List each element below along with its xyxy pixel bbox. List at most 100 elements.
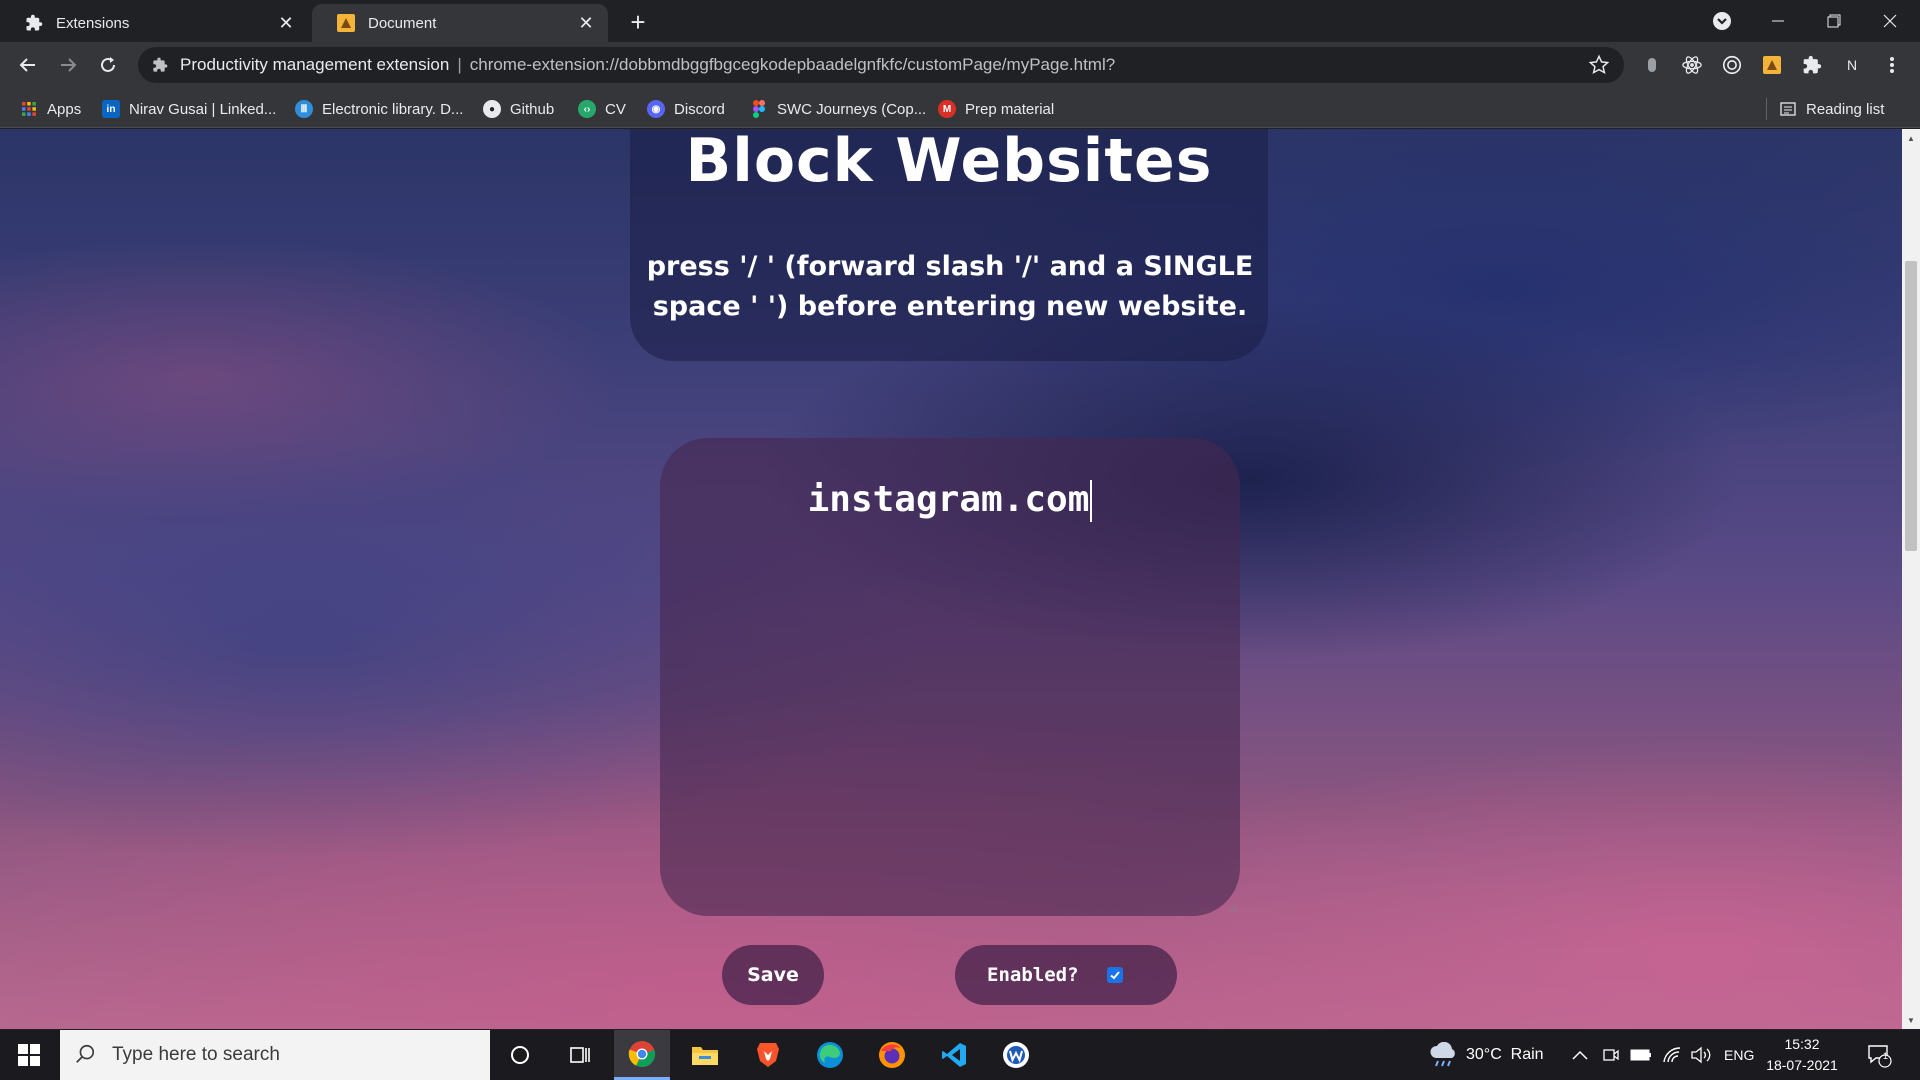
reload-icon[interactable]: [92, 49, 124, 81]
bookmark-github[interactable]: ● Github: [483, 98, 554, 120]
editor-value: instagram.com: [807, 479, 1090, 520]
bookmark-linkedin[interactable]: in Nirav Gusai | Linked...: [102, 98, 276, 120]
text-caret: [1090, 480, 1093, 522]
brave-browser-icon[interactable]: [740, 1030, 796, 1080]
bookmark-label: Apps: [47, 100, 82, 118]
volume-icon[interactable]: [1690, 1030, 1712, 1080]
tab-document[interactable]: Document ✕: [312, 4, 608, 42]
resize-handle-icon[interactable]: [1226, 901, 1238, 914]
library-icon: Ⅲ: [295, 100, 313, 118]
gmail-icon: M: [938, 100, 956, 118]
cv-icon: ‹›: [578, 100, 596, 118]
reading-list-icon: [1779, 100, 1797, 118]
wifi-icon[interactable]: [1662, 1030, 1682, 1080]
cortana-icon[interactable]: [492, 1030, 548, 1080]
clock-time: 15:32: [1784, 1036, 1820, 1052]
bookmark-cv[interactable]: ‹› CV: [578, 98, 626, 120]
close-window-icon[interactable]: [1862, 0, 1918, 42]
bookmark-label: CV: [605, 100, 626, 118]
page-title: Block Websites: [685, 129, 1213, 196]
rain-cloud-icon: [1428, 1042, 1458, 1068]
figma-icon: [750, 100, 768, 118]
bookmark-label: Github: [510, 100, 555, 118]
minimize-icon[interactable]: [1750, 0, 1806, 42]
bookmark-label: Nirav Gusai | Linked...: [129, 100, 277, 118]
enabled-checkbox[interactable]: [1106, 967, 1123, 983]
extension-app-icon[interactable]: [1760, 53, 1784, 77]
language-indicator[interactable]: ENG: [1724, 1030, 1754, 1080]
meet-now-icon[interactable]: [1602, 1030, 1620, 1080]
url-text: chrome-extension://dobbmdbggfbgcegkodepb…: [469, 55, 1116, 74]
windows-start-icon[interactable]: [0, 1030, 58, 1080]
apps-grid-icon: [20, 100, 38, 118]
bookmark-star-icon[interactable]: [1588, 54, 1612, 78]
address-bar[interactable]: Productivity management extension | chro…: [138, 47, 1624, 83]
close-icon[interactable]: ✕: [576, 13, 596, 33]
enabled-label: Enabled?: [987, 964, 1079, 986]
restore-icon[interactable]: [1806, 0, 1862, 42]
tab-title: Extensions: [56, 14, 130, 32]
extension-mouse-icon[interactable]: [1640, 53, 1664, 77]
tab-strip: Extensions ✕ Document ✕ +: [0, 0, 1920, 42]
discord-icon: ◉: [647, 100, 665, 118]
notification-count: 1: [1883, 1051, 1889, 1061]
bookmark-swc-journeys[interactable]: SWC Journeys (Cop...: [750, 98, 926, 120]
bookmark-discord[interactable]: ◉ Discord: [647, 98, 725, 120]
page-scrollbar[interactable]: ▲ ▼: [1902, 129, 1920, 1029]
site-name: Productivity management extension: [180, 55, 450, 74]
windows-taskbar: Type here to search 30°C Rain ENG 15:32 …: [0, 1030, 1920, 1080]
chrome-icon[interactable]: [614, 1030, 670, 1080]
clock[interactable]: 15:32 18-07-2021: [1762, 1034, 1842, 1076]
bookmark-label: SWC Journeys (Cop...: [777, 100, 927, 118]
bookmark-electronic-library[interactable]: Ⅲ Electronic library. D...: [295, 98, 463, 120]
file-explorer-icon[interactable]: [677, 1030, 733, 1080]
save-button[interactable]: Save: [722, 945, 824, 1005]
puzzle-icon: [24, 13, 44, 33]
tab-extensions[interactable]: Extensions ✕: [0, 4, 308, 42]
profile-avatar[interactable]: N: [1840, 53, 1864, 77]
reading-list-label: Reading list: [1806, 100, 1885, 118]
forward-arrow-icon[interactable]: [52, 49, 84, 81]
bookmarks-bar: Apps in Nirav Gusai | Linked... Ⅲ Electr…: [0, 88, 1920, 128]
notifications-icon[interactable]: 1: [1866, 1030, 1892, 1080]
bookmark-label: Prep material: [965, 100, 1055, 118]
linkedin-icon: in: [102, 100, 120, 118]
blocked-sites-value: instagram.com: [660, 479, 1240, 522]
search-icon: [74, 1043, 98, 1067]
bookmark-label: Discord: [674, 100, 725, 118]
task-view-icon[interactable]: [552, 1030, 608, 1080]
extensions-puzzle-icon[interactable]: [1800, 53, 1824, 77]
omnibox-separator: |: [457, 55, 462, 74]
scroll-up-arrow-icon[interactable]: ▲: [1902, 129, 1920, 147]
reading-list-button[interactable]: Reading list: [1766, 98, 1884, 120]
weather-text: 30°C Rain: [1466, 1046, 1544, 1063]
github-icon: ●: [483, 100, 501, 118]
firefox-icon[interactable]: [864, 1030, 920, 1080]
target-extension-icon[interactable]: [1720, 53, 1744, 77]
search-placeholder: Type here to search: [112, 1044, 280, 1065]
react-devtools-icon[interactable]: [1680, 53, 1704, 77]
bookmark-apps[interactable]: Apps: [20, 98, 81, 120]
browser-toolbar: Productivity management extension | chro…: [0, 42, 1920, 88]
scroll-down-arrow-icon[interactable]: ▼: [1902, 1011, 1920, 1029]
tab-search-icon[interactable]: [1710, 9, 1734, 33]
battery-icon[interactable]: [1630, 1030, 1652, 1080]
vscode-icon[interactable]: [926, 1030, 982, 1080]
close-icon[interactable]: ✕: [276, 13, 296, 33]
enabled-toggle[interactable]: Enabled?: [955, 945, 1177, 1005]
taskbar-search-input[interactable]: Type here to search: [60, 1030, 490, 1080]
back-arrow-icon[interactable]: [12, 49, 44, 81]
edge-browser-icon[interactable]: [802, 1030, 858, 1080]
puzzle-icon: [150, 55, 170, 75]
tab-title: Document: [368, 14, 437, 32]
scroll-thumb[interactable]: [1905, 261, 1917, 551]
weather-widget[interactable]: 30°C Rain: [1428, 1030, 1544, 1080]
new-tab-button[interactable]: +: [624, 7, 652, 37]
kebab-menu-icon[interactable]: [1880, 53, 1904, 77]
bookmark-prep-material[interactable]: M Prep material: [938, 98, 1054, 120]
clock-date: 18-07-2021: [1766, 1057, 1838, 1073]
page-content: Block Websites press '/ ' (forward slash…: [0, 129, 1902, 1029]
show-hidden-icons-icon[interactable]: [1572, 1030, 1588, 1080]
bookmark-label: Electronic library. D...: [322, 100, 464, 118]
app-w-icon[interactable]: [988, 1030, 1044, 1080]
